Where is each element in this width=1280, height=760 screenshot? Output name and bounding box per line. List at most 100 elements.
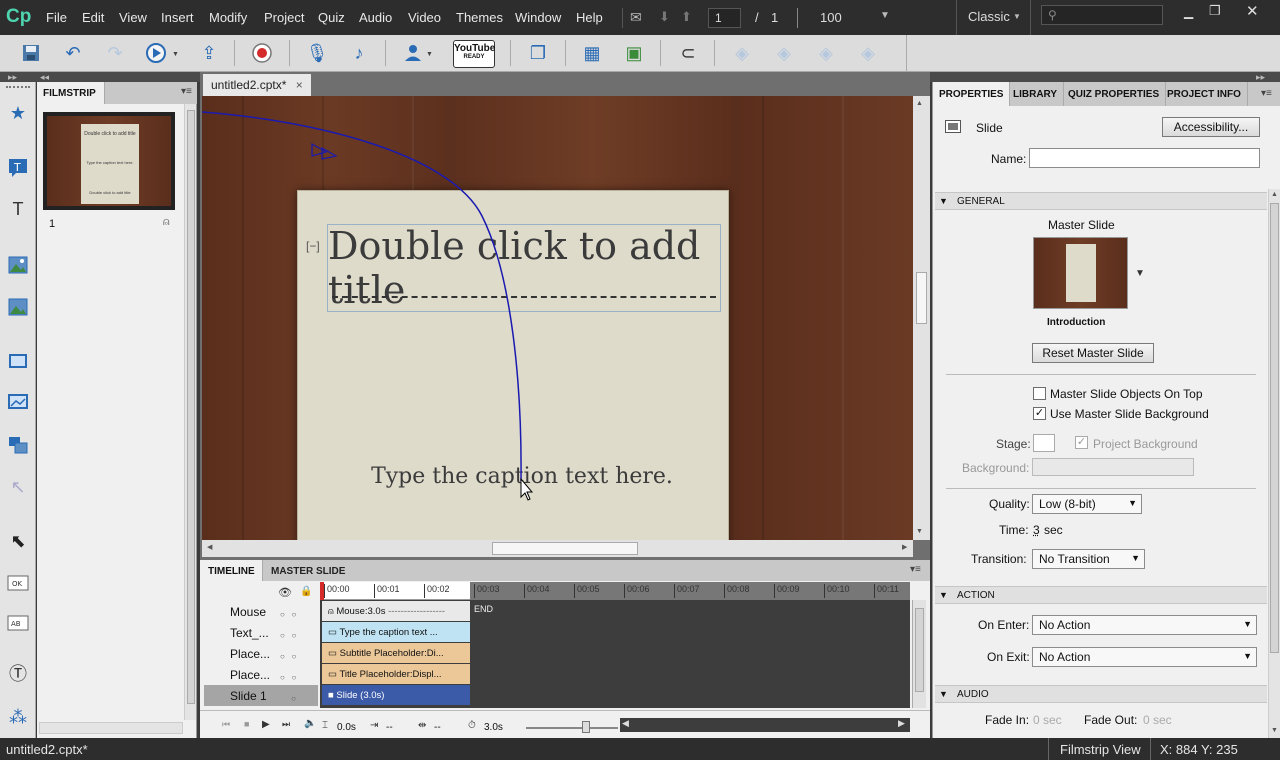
menu-view[interactable]: View bbox=[119, 10, 147, 25]
vscroll-thumb[interactable] bbox=[916, 272, 927, 324]
tab-master-slide[interactable]: MASTER SLIDE bbox=[262, 560, 353, 581]
project-background-checkbox[interactable]: ✓ bbox=[1075, 436, 1088, 449]
send-back-icon[interactable]: ◈ bbox=[855, 40, 881, 66]
canvas-hscrollbar[interactable]: ◀ ▶ bbox=[202, 540, 913, 557]
subtitle-bar[interactable]: ▭ Subtitle Placeholder:Di... bbox=[322, 643, 470, 663]
fade-out-value[interactable]: 0 bbox=[1143, 713, 1150, 727]
timeline-menu-icon[interactable]: ▾≡ bbox=[910, 564, 921, 575]
text-caption-icon[interactable]: T bbox=[5, 154, 31, 180]
scroll-right-icon[interactable]: ▶ bbox=[902, 543, 907, 551]
slide-thumbnail[interactable]: Double click to add title Type the capti… bbox=[43, 112, 175, 210]
rollover-caption-icon[interactable]: T bbox=[5, 196, 31, 222]
on-enter-select[interactable]: No Action ▼ bbox=[1032, 615, 1257, 635]
scroll-up-icon[interactable]: ▲ bbox=[916, 100, 923, 107]
prev-slide-icon[interactable]: ⬆ bbox=[681, 9, 692, 25]
close-icon[interactable]: ✕ bbox=[1246, 2, 1259, 20]
search-input[interactable]: ⚲ bbox=[1041, 5, 1163, 25]
record-icon[interactable] bbox=[249, 40, 275, 66]
highlight-box-icon[interactable] bbox=[5, 348, 31, 374]
click-box-icon[interactable]: ⬉ bbox=[5, 528, 31, 554]
menu-video[interactable]: Video bbox=[408, 10, 441, 25]
save-icon[interactable] bbox=[18, 40, 44, 66]
tab-project-info[interactable]: PROJECT INFO bbox=[1161, 82, 1248, 106]
timeline-vscrollbar[interactable] bbox=[912, 600, 926, 708]
rollover-slidelet-icon[interactable] bbox=[5, 390, 31, 416]
document-tab[interactable]: untitled2.cptx* × bbox=[203, 74, 311, 96]
menu-audio[interactable]: Audio bbox=[359, 10, 392, 25]
menu-quiz[interactable]: Quiz bbox=[318, 10, 345, 25]
fade-in-value[interactable]: 0 bbox=[1033, 713, 1040, 727]
panel-menu-icon[interactable]: ▾≡ bbox=[181, 86, 192, 97]
send-backward-icon[interactable]: ◈ bbox=[813, 40, 839, 66]
workspace-switcher[interactable]: Classic bbox=[968, 9, 1010, 24]
close-document-icon[interactable]: × bbox=[296, 78, 303, 92]
name-input[interactable] bbox=[1029, 148, 1260, 168]
copy-icon[interactable]: ❐ bbox=[525, 40, 551, 66]
menu-file[interactable]: File bbox=[46, 10, 67, 25]
audio-icon[interactable]: ♪ bbox=[346, 40, 372, 66]
slide-bar[interactable]: ■ Slide (3.0s) bbox=[322, 685, 470, 705]
menu-modify[interactable]: Modify bbox=[209, 10, 247, 25]
interaction-icon[interactable]: ⁂ bbox=[5, 704, 31, 730]
scroll-down-icon[interactable]: ▼ bbox=[916, 528, 923, 535]
bring-forward-icon[interactable]: ◈ bbox=[771, 40, 797, 66]
tab-filmstrip[interactable]: FILMSTRIP bbox=[37, 82, 105, 104]
stop-icon[interactable]: ■ bbox=[244, 719, 249, 729]
properties-menu-icon[interactable]: ▾≡ bbox=[1261, 88, 1272, 99]
title-bar[interactable]: ▭ Title Placeholder:Displ... bbox=[322, 664, 470, 684]
lock-icon[interactable]: 🔒 bbox=[300, 586, 312, 597]
visibility-icon[interactable]: 👁 bbox=[278, 586, 292, 599]
scroll-left-icon[interactable]: ◀ bbox=[207, 543, 212, 551]
transition-select[interactable]: No Transition ▼ bbox=[1032, 549, 1145, 569]
menu-project[interactable]: Project bbox=[264, 10, 304, 25]
layer-subtitle-placeholder[interactable]: Place... bbox=[204, 643, 318, 664]
use-master-background-checkbox[interactable]: ✓ bbox=[1033, 407, 1046, 420]
minimize-icon[interactable]: ▁ bbox=[1184, 5, 1193, 19]
filmstrip-scrollbar[interactable] bbox=[184, 104, 196, 720]
mail-icon[interactable]: ✉ bbox=[630, 9, 642, 26]
on-exit-select[interactable]: No Action ▼ bbox=[1032, 647, 1257, 667]
table-icon[interactable]: ▦ bbox=[579, 40, 605, 66]
slide-number-input[interactable]: 1 bbox=[708, 8, 741, 28]
tab-quiz-properties[interactable]: QUIZ PROPERTIES bbox=[1062, 82, 1166, 106]
canvas-vscrollbar[interactable]: ▲ ▼ bbox=[913, 96, 930, 540]
redo-icon[interactable]: ↷ bbox=[102, 40, 128, 66]
slide-stage[interactable]: [−] Double click to add title Type the c… bbox=[202, 96, 913, 540]
filmstrip-hscrollbar[interactable] bbox=[39, 722, 183, 734]
end-marker[interactable]: END bbox=[474, 604, 493, 614]
menu-help[interactable]: Help bbox=[576, 10, 603, 25]
zoom-value[interactable]: 100 bbox=[820, 10, 842, 25]
zoom-area-icon[interactable] bbox=[5, 432, 31, 458]
timeline-zoom-slider[interactable] bbox=[526, 727, 618, 729]
caption-bar[interactable]: ▭ Type the caption text ... bbox=[322, 622, 470, 642]
text-animation-icon[interactable]: Ⓣ bbox=[5, 660, 31, 686]
layer-mouse[interactable]: Mouse bbox=[204, 601, 318, 622]
user-dropdown-icon[interactable]: ▼ bbox=[426, 51, 433, 58]
youtube-icon[interactable]: YouTube READY bbox=[453, 40, 495, 68]
restore-icon[interactable]: ❐ bbox=[1209, 3, 1221, 19]
tab-properties[interactable]: PROPERTIES bbox=[933, 82, 1010, 106]
menu-edit[interactable]: Edit bbox=[82, 10, 104, 25]
undo-icon[interactable]: ↶ bbox=[60, 40, 86, 66]
accessibility-button[interactable]: Accessibility... bbox=[1162, 117, 1260, 137]
user-icon[interactable] bbox=[400, 40, 426, 66]
star-icon[interactable]: ★ bbox=[5, 100, 31, 126]
preview-dropdown-icon[interactable]: ▼ bbox=[172, 51, 179, 58]
zoom-dropdown-icon[interactable]: ▼ bbox=[880, 10, 890, 21]
play-icon[interactable]: ▶ bbox=[262, 719, 270, 730]
action-section-header[interactable]: ▼ ACTION bbox=[935, 586, 1267, 604]
rollover-image-icon[interactable] bbox=[5, 294, 31, 320]
button-icon[interactable]: OK bbox=[5, 570, 31, 596]
timeline-hscrollbar[interactable]: ◀ ▶ bbox=[620, 718, 910, 732]
first-frame-icon[interactable]: ⏮ bbox=[222, 719, 230, 730]
layer-text-caption[interactable]: Text_... bbox=[204, 622, 318, 643]
mouse-icon[interactable]: ↖ bbox=[5, 474, 31, 500]
time-value[interactable]: 3 bbox=[1033, 523, 1040, 537]
objects-on-top-checkbox[interactable] bbox=[1033, 387, 1046, 400]
magnet-icon[interactable]: ⊂ bbox=[675, 40, 701, 66]
workspace-dropdown-icon[interactable]: ▼ bbox=[1013, 12, 1021, 21]
tab-library[interactable]: LIBRARY bbox=[1007, 82, 1064, 106]
text-entry-box-icon[interactable]: AB bbox=[5, 610, 31, 636]
master-slide-thumbnail[interactable] bbox=[1033, 237, 1128, 309]
background-image-field[interactable] bbox=[1032, 458, 1194, 476]
